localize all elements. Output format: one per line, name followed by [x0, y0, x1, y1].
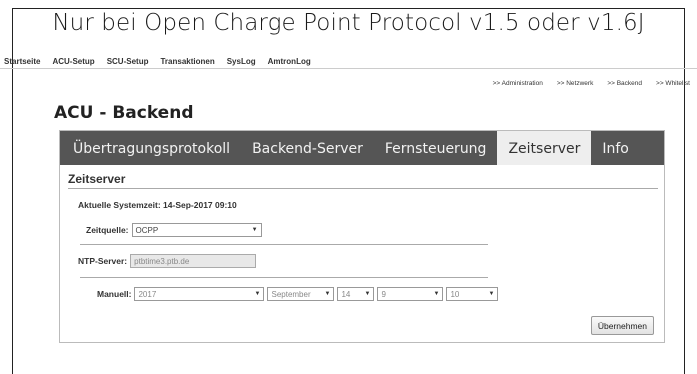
top-nav: Startseite ACU-Setup SCU-Setup Transakti… [0, 57, 317, 66]
tab-zeitserver[interactable]: Zeitserver [497, 131, 592, 165]
subnav-backend[interactable]: >> Backend [600, 80, 649, 87]
sub-nav: >> Administration >> Netzwerk >> Backend… [486, 80, 697, 87]
chevron-down-icon: ▼ [488, 291, 495, 297]
manual-row: Manuell: 2017 ▼ September ▼ 14 ▼ 9 ▼ 10 … [97, 287, 501, 301]
chevron-down-icon: ▼ [433, 291, 440, 297]
manual-year-value: 2017 [138, 289, 157, 299]
time-source-value: OCPP [135, 225, 159, 235]
chevron-down-icon: ▼ [254, 291, 261, 297]
subnav-whitelist[interactable]: >> Whitelist [649, 80, 697, 87]
apply-button[interactable]: Übernehmen [590, 316, 654, 335]
chevron-down-icon: ▼ [364, 291, 371, 297]
nav-amtronlog[interactable]: AmtronLog [262, 57, 317, 66]
tab-bar-fill [640, 131, 664, 165]
nav-acu-setup[interactable]: ACU-Setup [46, 57, 100, 66]
settings-panel: Übertragungsprotokoll Backend-Server Fer… [59, 130, 665, 343]
manual-year-select[interactable]: 2017 ▼ [134, 287, 265, 301]
section-title: Zeitserver [68, 172, 126, 186]
manual-label: Manuell: [97, 289, 132, 299]
row-divider [80, 277, 488, 278]
tab-bar: Übertragungsprotokoll Backend-Server Fer… [60, 131, 664, 165]
ntp-server-row: NTP-Server: ptbtime3.ptb.de [78, 254, 257, 268]
page-title: ACU - Backend [54, 103, 194, 123]
manual-month-value: September [271, 289, 311, 299]
ntp-server-label: NTP-Server: [78, 256, 128, 266]
manual-minute-select[interactable]: 10 ▼ [446, 287, 499, 301]
manual-hour-value: 9 [381, 289, 386, 299]
chevron-down-icon: ▼ [251, 227, 258, 233]
tab-info[interactable]: Info [591, 131, 640, 165]
ntp-server-input[interactable]: ptbtime3.ptb.de [130, 254, 257, 268]
manual-day-select[interactable]: 14 ▼ [337, 287, 375, 301]
nav-startseite[interactable]: Startseite [0, 57, 46, 66]
chevron-down-icon: ▼ [324, 291, 331, 297]
row-divider [80, 244, 488, 245]
subnav-netzwerk[interactable]: >> Netzwerk [550, 80, 601, 87]
manual-minute-value: 10 [450, 289, 460, 299]
tab-fernsteuerung[interactable]: Fernsteuerung [374, 131, 498, 165]
manual-hour-select[interactable]: 9 ▼ [377, 287, 444, 301]
time-source-select[interactable]: OCPP ▼ [131, 223, 262, 237]
tab-uebertragungsprotokoll[interactable]: Übertragungsprotokoll [60, 131, 241, 165]
nav-syslog[interactable]: SysLog [221, 57, 262, 66]
caption: Nur bei Open Charge Point Protocol v1.5 … [52, 10, 645, 36]
tab-backend-server[interactable]: Backend-Server [241, 131, 374, 165]
subnav-administration[interactable]: >> Administration [486, 80, 550, 87]
nav-scu-setup[interactable]: SCU-Setup [101, 57, 155, 66]
manual-month-select[interactable]: September ▼ [267, 287, 335, 301]
time-source-label: Zeitquelle: [86, 225, 129, 235]
manual-day-value: 14 [341, 289, 351, 299]
section-divider [68, 188, 658, 189]
time-source-row: Zeitquelle: OCPP ▼ [86, 223, 265, 237]
system-time: Aktuelle Systemzeit: 14-Sep-2017 09:10 [78, 200, 237, 210]
nav-transaktionen[interactable]: Transaktionen [154, 57, 220, 66]
nav-divider [0, 68, 697, 69]
